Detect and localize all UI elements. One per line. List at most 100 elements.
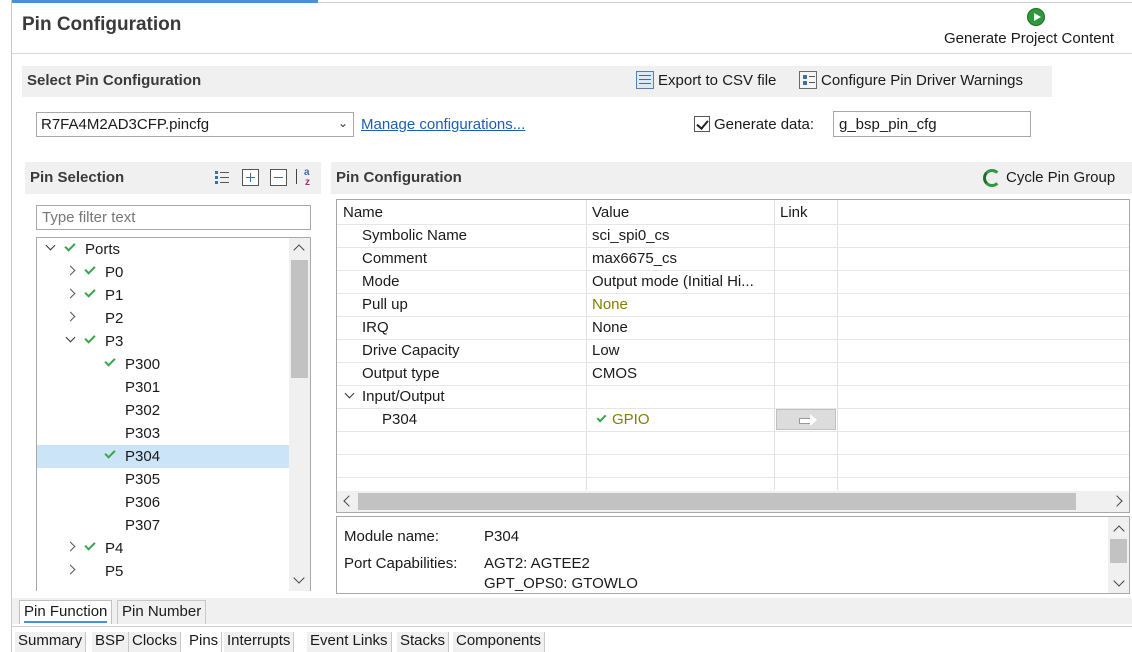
scroll-up-icon[interactable]	[293, 244, 305, 256]
pin-driver-warnings-icon[interactable]	[799, 71, 817, 89]
scroll-up-icon[interactable]	[1113, 525, 1125, 537]
chevron-down-icon[interactable]	[344, 388, 355, 399]
table-horizontal-scrollbar[interactable]	[337, 491, 1129, 512]
filter-input[interactable]	[36, 205, 311, 230]
csv-export-icon[interactable]	[636, 71, 654, 89]
cycle-pin-group-button[interactable]: Cycle Pin Group	[1006, 169, 1115, 186]
pin-property-table: Name Value Link Symbolic Name sci_spi0_cs…	[336, 199, 1130, 513]
manage-configurations-link[interactable]: Manage configurations...	[361, 116, 525, 133]
tree-item-p306[interactable]: P306	[37, 491, 290, 514]
link-arrow-button[interactable]	[776, 409, 836, 430]
column-divider	[774, 200, 775, 490]
check-icon	[84, 286, 96, 298]
tab-pin-function[interactable]: Pin Function	[19, 600, 113, 624]
row-divider	[337, 431, 1129, 432]
check-icon	[64, 240, 76, 252]
property-value[interactable]: CMOS	[592, 365, 637, 382]
table-scroll-thumb[interactable]	[358, 493, 1076, 510]
property-value[interactable]: None	[592, 296, 628, 313]
export-csv-button[interactable]: Export to CSV file	[658, 72, 776, 89]
list-icon[interactable]	[214, 169, 231, 186]
tab-interrupts[interactable]: Interrupts	[224, 632, 295, 652]
row-divider	[337, 270, 1129, 271]
tree-item-p303[interactable]: P303	[37, 422, 290, 445]
tree-item-p4[interactable]: P4	[37, 537, 290, 560]
generate-project-content-button[interactable]: Generate Project Content	[944, 30, 1114, 47]
tab-clocks[interactable]: Clocks	[129, 632, 182, 652]
tree-item-p305[interactable]: P305	[37, 468, 290, 491]
active-editor-indicator	[12, 0, 318, 3]
tab-components[interactable]: Components	[453, 632, 546, 652]
tree-item-p307[interactable]: P307	[37, 514, 290, 537]
generate-data-checkbox[interactable]	[694, 116, 710, 132]
chevron-right-icon[interactable]	[65, 288, 77, 300]
chevron-right-icon[interactable]	[65, 265, 77, 277]
property-name: Symbolic Name	[362, 227, 468, 244]
collapse-all-icon[interactable]	[270, 169, 287, 186]
tree-item-ports[interactable]: Ports	[37, 238, 290, 261]
tree-item-p301[interactable]: P301	[37, 376, 290, 399]
tab-stacks[interactable]: Stacks	[397, 632, 450, 652]
tree-scrollbar[interactable]	[289, 238, 310, 591]
chevron-down-icon[interactable]	[45, 242, 57, 254]
tree-item-p300[interactable]: P300	[37, 353, 290, 376]
tree-item-p2[interactable]: P2	[37, 307, 290, 330]
property-value[interactable]: GPIO	[612, 411, 650, 428]
scroll-right-icon[interactable]	[1111, 495, 1123, 507]
column-header-value[interactable]: Value	[592, 204, 629, 221]
property-value[interactable]: sci_spi0_cs	[592, 227, 670, 244]
tree-item-label: Ports	[85, 241, 121, 258]
property-name: Pull up	[362, 296, 408, 313]
chevron-right-icon[interactable]	[65, 541, 77, 553]
tree-item-p0[interactable]: P0	[37, 261, 290, 284]
scroll-down-icon[interactable]	[1113, 575, 1125, 587]
property-value[interactable]: None	[592, 319, 628, 336]
row-divider	[337, 385, 1129, 386]
property-value[interactable]: Output mode (Initial Hi...	[592, 273, 754, 290]
column-header-name[interactable]: Name	[343, 204, 383, 221]
chevron-down-icon[interactable]: ⌄	[338, 116, 348, 130]
tab-pins[interactable]: Pins	[186, 632, 223, 652]
tree-item-p3[interactable]: P3	[37, 330, 290, 353]
module-name-value: P304	[484, 528, 520, 545]
scroll-left-icon[interactable]	[343, 495, 355, 507]
tab-pin-number[interactable]: Pin Number	[117, 600, 207, 624]
generate-data-input[interactable]	[833, 111, 1031, 137]
tab-bsp[interactable]: BSP	[92, 632, 130, 652]
port-capability: GPT_OPS0: GTOWLO	[484, 575, 638, 592]
expand-all-icon[interactable]	[242, 169, 259, 186]
property-name: Input/Output	[362, 388, 445, 405]
details-scrollbar[interactable]	[1108, 517, 1129, 593]
tree-item-label: P304	[125, 448, 161, 465]
tab-summary[interactable]: Summary	[15, 632, 87, 652]
tree-item-label: P301	[125, 379, 161, 396]
tree-item-label: P3	[105, 333, 124, 350]
property-value[interactable]: max6675_cs	[592, 250, 677, 267]
pin-configuration-title: Pin Configuration	[336, 169, 462, 186]
select-config-title: Select Pin Configuration	[27, 72, 202, 89]
chevron-right-icon[interactable]	[65, 311, 77, 323]
details-scroll-thumb[interactable]	[1110, 539, 1127, 563]
column-divider	[837, 200, 838, 490]
chevron-right-icon[interactable]	[65, 564, 77, 576]
tab-event-links[interactable]: Event Links	[307, 632, 392, 652]
property-value[interactable]: Low	[592, 342, 620, 359]
tree-item-p302[interactable]: P302	[37, 399, 290, 422]
tree-item-p304[interactable]: P304	[37, 445, 290, 468]
property-name: IRQ	[362, 319, 389, 336]
port-capabilities-label: Port Capabilities:	[344, 555, 458, 572]
tree-item-p1[interactable]: P1	[37, 284, 290, 307]
check-icon	[104, 355, 116, 367]
sort-az-icon[interactable]: az	[295, 168, 315, 188]
tree-item-p5[interactable]: P5	[37, 560, 290, 583]
config-dropdown-value[interactable]: R7FA4M2AD3CFP.pincfg	[41, 116, 209, 133]
generate-run-icon[interactable]	[1027, 8, 1045, 26]
scroll-down-icon[interactable]	[293, 572, 305, 584]
check-icon	[104, 447, 116, 459]
column-header-link[interactable]: Link	[780, 204, 808, 221]
tree-item-label: P300	[125, 356, 161, 373]
cycle-icon[interactable]	[983, 169, 1001, 187]
configure-pin-driver-warnings-button[interactable]: Configure Pin Driver Warnings	[821, 72, 1023, 89]
tree-scroll-thumb[interactable]	[291, 260, 308, 378]
chevron-down-icon[interactable]	[65, 334, 77, 346]
